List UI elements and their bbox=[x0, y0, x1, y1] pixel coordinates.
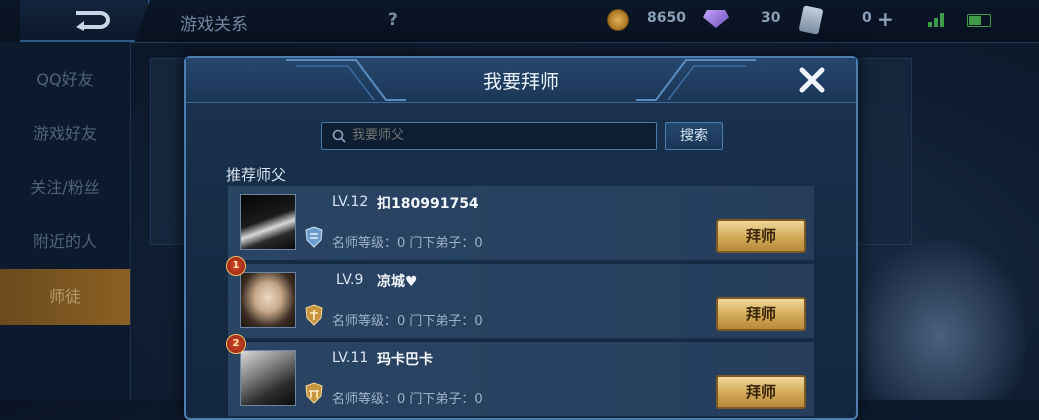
back-button[interactable] bbox=[20, 0, 150, 42]
voucher-icon bbox=[798, 5, 824, 35]
diamond-amount: 30 bbox=[761, 10, 781, 26]
rank-badge: 2 bbox=[226, 334, 246, 354]
avatar[interactable] bbox=[240, 350, 296, 406]
signal-icon bbox=[928, 13, 946, 27]
master-rank-shield-icon bbox=[305, 226, 323, 248]
search-button[interactable]: 搜索 bbox=[665, 122, 723, 150]
master-level: LV.9 bbox=[336, 272, 364, 288]
diamond-icon bbox=[703, 10, 729, 28]
master-info: 名师等级：0 门下弟子：0 bbox=[332, 314, 483, 329]
close-icon[interactable] bbox=[796, 64, 828, 96]
master-level: LV.11 bbox=[332, 350, 369, 366]
battery-icon bbox=[967, 14, 991, 27]
master-name: 玛卡巴卡 bbox=[377, 352, 433, 368]
apprentice-button[interactable]: 拜师 bbox=[716, 297, 806, 331]
master-search-input[interactable] bbox=[321, 122, 657, 150]
help-icon[interactable]: ? bbox=[388, 10, 398, 30]
sidebar-item-game-friends[interactable]: 游戏好友 bbox=[0, 106, 130, 162]
search-icon bbox=[332, 129, 346, 143]
dialog-title: 我要拜师 bbox=[482, 71, 559, 93]
gold-coin-icon bbox=[607, 9, 629, 31]
recommended-masters-label: 推荐师父 bbox=[226, 166, 287, 184]
list-item: LV.12 扣180991754 名师等级：0 门下弟子：0 拜师 bbox=[228, 186, 814, 261]
recharge-plus-icon[interactable]: + bbox=[877, 7, 894, 31]
master-rank-shield-icon bbox=[305, 304, 323, 326]
avatar[interactable] bbox=[240, 194, 296, 250]
master-name: 扣180991754 bbox=[377, 196, 479, 212]
sidebar-item-nearby[interactable]: 附近的人 bbox=[0, 214, 130, 270]
sidebar-item-qq-friends[interactable]: QQ好友 bbox=[0, 52, 130, 108]
page-title: 游戏关系 bbox=[180, 15, 248, 35]
apprentice-button[interactable]: 拜师 bbox=[716, 219, 806, 253]
back-arrow-icon bbox=[76, 11, 110, 31]
gold-amount: 8650 bbox=[647, 10, 686, 26]
master-info: 名师等级：0 门下弟子：0 bbox=[332, 236, 483, 251]
master-level: LV.12 bbox=[332, 194, 369, 210]
sidebar: QQ好友 游戏好友 关注/粉丝 附近的人 师徒 bbox=[0, 42, 131, 400]
master-name: 凉城♥ bbox=[377, 274, 418, 290]
list-item: 1 LV.9 凉城♥ 名师等级：0 门下弟子：0 拜师 bbox=[226, 256, 814, 339]
top-bar: 游戏关系 ? 8650 30 0 + bbox=[0, 0, 1039, 43]
sidebar-item-follow-fans[interactable]: 关注/粉丝 bbox=[0, 160, 130, 216]
sidebar-item-mentorship[interactable]: 师徒 bbox=[0, 269, 130, 325]
master-rank-shield-icon bbox=[305, 382, 323, 404]
rank-badge: 1 bbox=[226, 256, 246, 276]
avatar[interactable] bbox=[240, 272, 296, 328]
find-master-dialog: 我要拜师 搜索 推荐师父 LV.12 扣180991754 名师等级：0 门下弟… bbox=[184, 56, 858, 420]
background-hero-figure bbox=[855, 240, 1025, 400]
apprentice-button[interactable]: 拜师 bbox=[716, 375, 806, 409]
master-info: 名师等级：0 门下弟子：0 bbox=[332, 392, 483, 407]
list-item: 2 LV.11 玛卡巴卡 名师等级：0 门下弟子：0 拜师 bbox=[226, 334, 814, 417]
voucher-amount: 0 bbox=[862, 10, 872, 26]
dialog-header: 我要拜师 bbox=[186, 58, 856, 103]
